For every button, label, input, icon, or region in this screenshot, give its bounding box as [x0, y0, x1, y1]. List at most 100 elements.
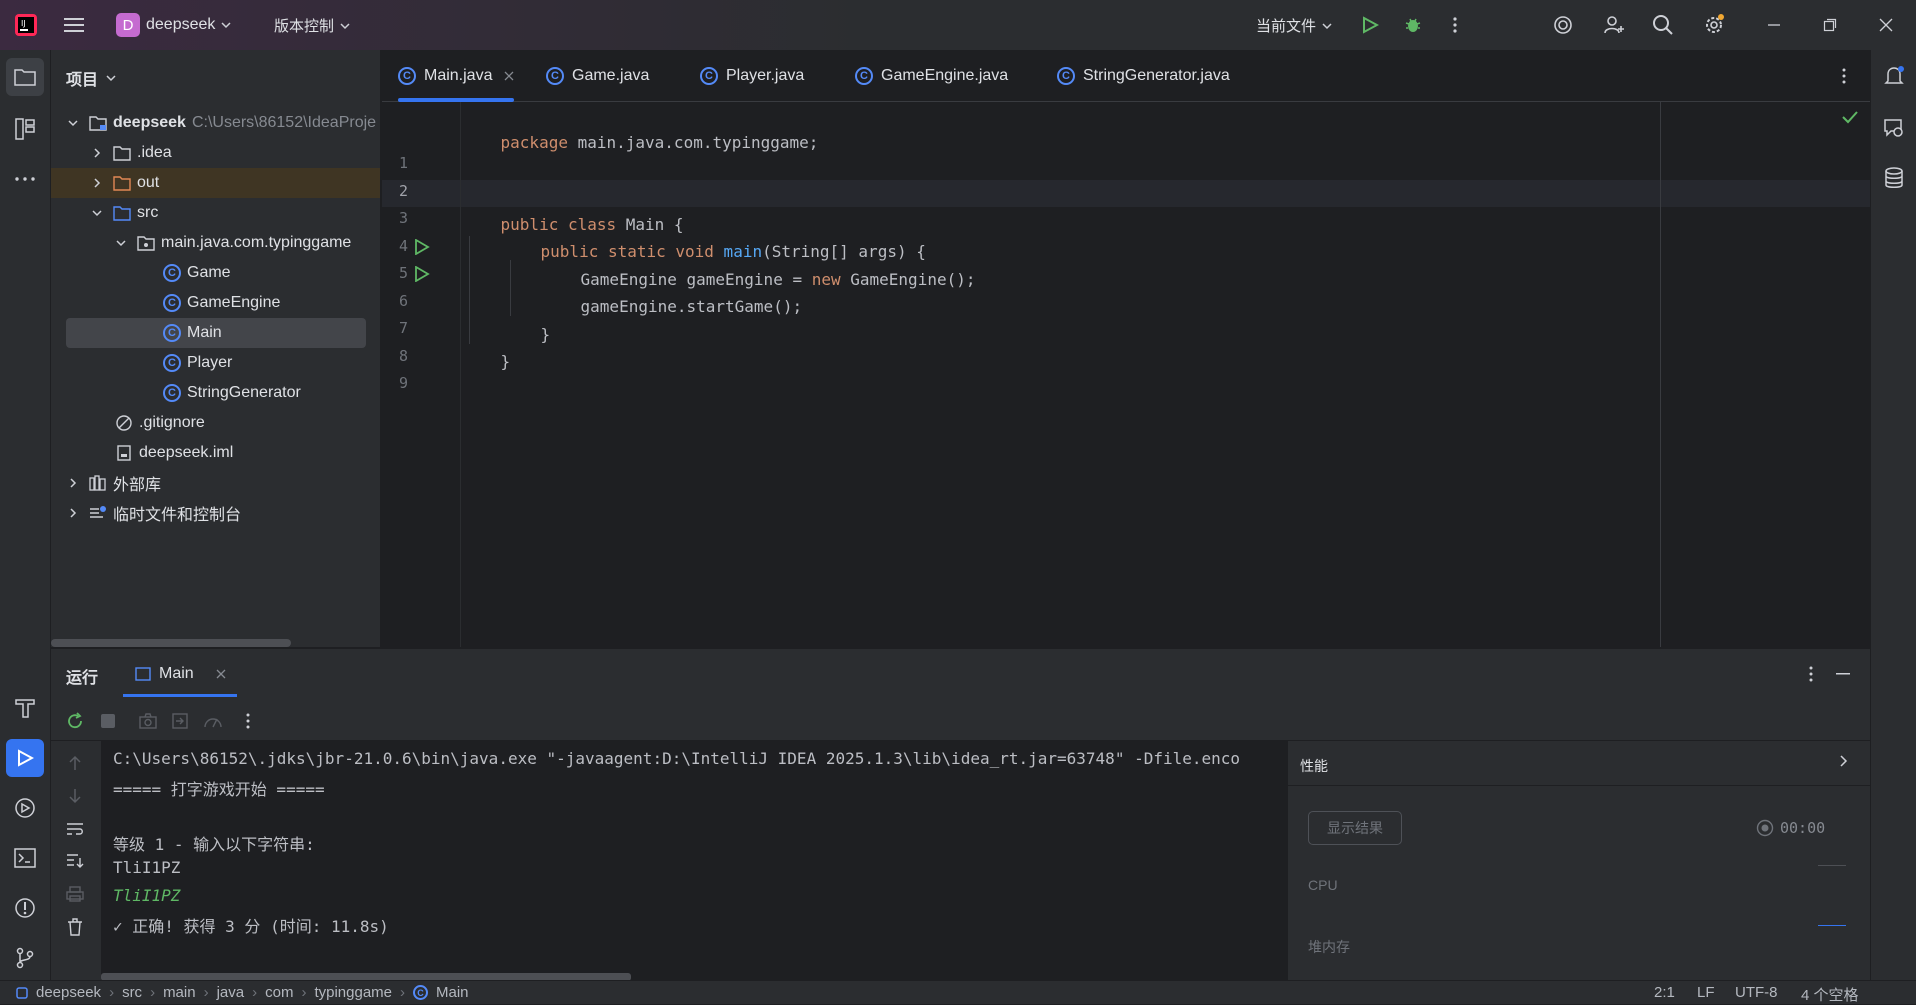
main-menu-icon[interactable]	[56, 7, 92, 43]
record-icon[interactable]	[1756, 819, 1774, 837]
settings-gear-icon[interactable]	[1696, 7, 1732, 43]
tree-item-src[interactable]: src	[51, 198, 380, 228]
minimize-window-icon[interactable]	[1756, 7, 1792, 43]
chevron-down-icon[interactable]	[66, 116, 80, 130]
tree-item-deepseek[interactable]: deepseek C:\Users\86152\IdeaProje	[51, 108, 380, 138]
line-number-gutter[interactable]: 1 2 3 4 5 6 7 8 9	[382, 102, 460, 647]
run-button[interactable]	[1352, 7, 1388, 43]
restore-window-icon[interactable]	[1812, 7, 1848, 43]
more-vertical-icon[interactable]	[1809, 666, 1813, 682]
tree-item-game[interactable]: C Game	[51, 258, 380, 288]
chevron-right-icon[interactable]	[90, 146, 104, 160]
arrow-up-icon[interactable]	[63, 751, 87, 775]
breadcrumb-item[interactable]: Main	[436, 984, 469, 1001]
ai-assistant-icon[interactable]	[1545, 7, 1581, 43]
run-tab-main[interactable]: Main	[123, 649, 237, 699]
tab-gameengine-java[interactable]: C GameEngine.java	[855, 50, 1008, 102]
code-line-5[interactable]: public static void main(String[] args) {	[502, 211, 926, 261]
services-tool-button[interactable]	[6, 789, 44, 827]
minimize-panel-icon[interactable]	[1836, 673, 1850, 675]
tab-game-java[interactable]: C Game.java	[546, 50, 649, 102]
ai-chat-button[interactable]	[1876, 110, 1912, 146]
print-icon[interactable]	[63, 882, 87, 906]
exit-icon[interactable]	[168, 709, 192, 733]
breadcrumb-item[interactable]: typinggame	[314, 984, 392, 1001]
tab-close-button[interactable]	[504, 50, 514, 102]
more-tools-button[interactable]	[6, 160, 44, 198]
line-separator[interactable]: LF	[1697, 984, 1715, 1001]
code-line-6[interactable]: GameEngine gameEngine = new GameEngine()…	[542, 239, 976, 289]
project-switcher[interactable]: D deepseek	[116, 13, 231, 37]
breadcrumb-item[interactable]: deepseek	[36, 984, 101, 1001]
terminal-tool-button[interactable]	[6, 839, 44, 877]
code-line-8[interactable]: }	[502, 294, 551, 344]
chevron-down-icon[interactable]	[114, 236, 128, 250]
breadcrumb-item[interactable]: src	[122, 984, 142, 1001]
console-output[interactable]: C:\Users\86152\.jdks\jbr-21.0.6\bin\java…	[101, 741, 1288, 981]
chevron-down-icon[interactable]	[90, 206, 104, 220]
profiler-icon[interactable]	[201, 709, 225, 733]
tree-item-player[interactable]: C Player	[51, 348, 380, 378]
no-problems-check-icon[interactable]	[1842, 110, 1858, 124]
code-line-4[interactable]: public class Main {	[462, 184, 684, 234]
tree-item-package[interactable]: main.java.com.typinggame	[51, 228, 380, 258]
soft-wrap-icon[interactable]	[63, 817, 87, 841]
chevron-right-icon[interactable]	[66, 506, 80, 520]
close-window-icon[interactable]	[1868, 7, 1904, 43]
run-tool-button[interactable]	[6, 739, 44, 777]
problems-tool-button[interactable]	[6, 889, 44, 927]
run-config-selector[interactable]: 当前文件	[1256, 15, 1332, 36]
code-line-7[interactable]: gameEngine.startGame();	[542, 266, 803, 316]
more-vertical-icon[interactable]	[236, 709, 260, 733]
code-line-1[interactable]: package main.java.com.typinggame;	[462, 102, 819, 152]
database-button[interactable]	[1876, 160, 1912, 196]
tab-player-java[interactable]: C Player.java	[700, 50, 804, 102]
run-gutter-icon[interactable]	[414, 266, 430, 282]
search-icon[interactable]	[1645, 7, 1681, 43]
tab-stringgenerator-java[interactable]: C StringGenerator.java	[1057, 50, 1230, 102]
intellij-logo-icon[interactable]: IJ	[8, 7, 44, 43]
vcs-menu[interactable]: 版本控制	[274, 15, 350, 36]
debug-button[interactable]	[1395, 7, 1431, 43]
chevron-right-icon[interactable]	[90, 176, 104, 190]
breadcrumb-item[interactable]: com	[265, 984, 293, 1001]
close-icon[interactable]	[216, 669, 226, 679]
tree-item-idea[interactable]: .idea	[51, 138, 380, 168]
project-panel-header[interactable]: 项目	[66, 66, 116, 90]
tree-item-stringgenerator[interactable]: C StringGenerator	[51, 378, 380, 408]
stop-icon[interactable]	[96, 709, 120, 733]
structure-tool-button[interactable]	[6, 110, 44, 148]
show-results-button[interactable]: 显示结果	[1308, 811, 1402, 845]
tree-item-scratches[interactable]: 临时文件和控制台	[51, 498, 380, 528]
tree-item-external-libraries[interactable]: 外部库	[51, 468, 380, 498]
tree-item-gameengine[interactable]: C GameEngine	[51, 288, 380, 318]
trash-icon[interactable]	[63, 915, 87, 939]
tree-item-main[interactable]: C Main	[66, 318, 366, 348]
rerun-icon[interactable]	[63, 709, 87, 733]
git-tool-button[interactable]	[6, 939, 44, 977]
tree-item-out[interactable]: out	[51, 168, 380, 198]
run-gutter-icon[interactable]	[414, 239, 430, 255]
tree-item-iml[interactable]: deepseek.iml	[51, 438, 380, 468]
chevron-right-icon[interactable]	[1838, 755, 1848, 767]
chevron-right-icon[interactable]	[66, 476, 80, 490]
more-actions-icon[interactable]	[1437, 7, 1473, 43]
line-number: 6	[398, 292, 408, 310]
editor-tabs-more-button[interactable]	[1842, 50, 1846, 102]
arrow-down-icon[interactable]	[63, 784, 87, 808]
breadcrumb-item[interactable]: main	[163, 984, 196, 1001]
horizontal-scrollbar[interactable]	[51, 639, 291, 647]
tab-main-java[interactable]: C Main.java	[398, 50, 514, 102]
tree-item-gitignore[interactable]: .gitignore	[51, 408, 380, 438]
project-tool-button[interactable]	[6, 58, 44, 96]
notifications-button[interactable]	[1876, 58, 1912, 94]
camera-icon[interactable]	[136, 709, 160, 733]
indent-setting[interactable]: 4 个空格	[1801, 984, 1859, 1005]
scroll-to-end-icon[interactable]	[63, 849, 87, 873]
code-line-9[interactable]: }	[462, 321, 511, 371]
caret-position[interactable]: 2:1	[1654, 984, 1675, 1001]
file-encoding[interactable]: UTF-8	[1735, 984, 1778, 1001]
add-user-icon[interactable]	[1596, 7, 1632, 43]
build-tool-button[interactable]	[6, 689, 44, 727]
breadcrumb-item[interactable]: java	[217, 984, 245, 1001]
